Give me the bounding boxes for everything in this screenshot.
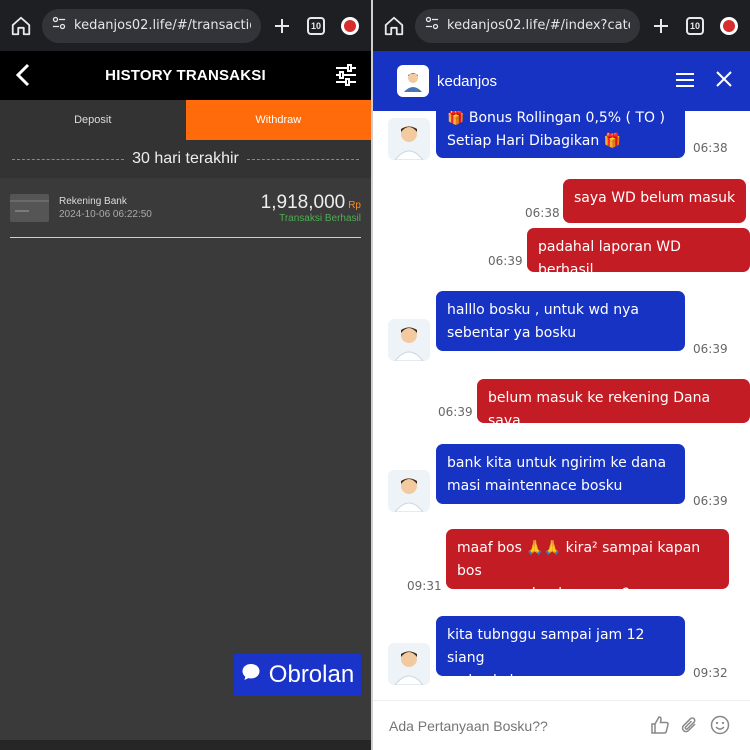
attach-icon[interactable] <box>680 715 700 740</box>
message-time: 09:31 <box>407 579 442 593</box>
tabs-icon: 10 <box>686 16 704 35</box>
message-line: Setiap Hari Dibagikan 🎁 <box>447 133 622 149</box>
close-icon[interactable] <box>716 71 732 92</box>
divider <box>10 237 361 238</box>
url-text: kedanjos02.life/#/transaction <box>74 18 251 33</box>
bottom-bar <box>0 740 371 750</box>
extension-icon <box>720 16 738 35</box>
extension-button[interactable] <box>337 13 363 39</box>
currency-label: Rp <box>348 200 361 211</box>
tabs-button[interactable]: 10 <box>682 13 708 39</box>
bank-card-icon <box>10 194 49 222</box>
message-agent: 🎁 Bonus Rollingan 0,5% ( TO ) Setiap Har… <box>436 111 685 158</box>
message-line: saya WD belum masuk <box>574 190 736 206</box>
chat-button-label: Obrolan <box>268 661 355 688</box>
chat-bubble-icon <box>241 661 261 689</box>
right-pane: kedanjos02.life/#/index?category 10 keda… <box>373 0 750 750</box>
message-user: padahal laporan WD berhasil <box>527 228 750 278</box>
divider <box>12 158 125 160</box>
message-line: maaf bos 🙏🙏 kira² sampai kapan bos <box>457 540 701 579</box>
message-time: 06:39 <box>693 494 728 508</box>
message-line: sebentar ya bosku <box>447 325 577 341</box>
divider <box>246 158 359 160</box>
chat-thread[interactable]: 🎁 Bonus Rollingan 0,5% ( TO ) Setiap Har… <box>373 111 750 701</box>
like-icon[interactable] <box>650 715 670 740</box>
tabs-icon: 10 <box>307 16 325 35</box>
message-line: ya boskuh <box>447 673 519 689</box>
left-pane: kedanjos02.life/#/transaction 10 HISTORY… <box>0 0 371 750</box>
message-user: saya WD belum masuk <box>563 179 747 223</box>
history-header: HISTORY TRANSAKSI <box>0 51 371 100</box>
message-line: belum masuk ke rekening Dana saya <box>488 390 711 429</box>
message-line: 🎁 Bonus Rollingan 0,5% ( TO ) <box>447 111 665 126</box>
home-icon[interactable] <box>381 13 407 39</box>
message-agent: halllo bosku , untuk wd nya sebentar ya … <box>436 291 685 351</box>
message-line: gangguan bank nya ya ? <box>457 586 630 602</box>
split-screen: kedanjos02.life/#/transaction 10 HISTORY… <box>0 0 750 750</box>
tab-deposit[interactable]: Deposit <box>0 100 186 140</box>
message-time: 09:32 <box>693 666 728 680</box>
period-header: 30 hari terakhir <box>0 140 371 178</box>
transaction-row[interactable]: Rekening Bank 2024-10-06 06:22:50 1,918,… <box>0 178 371 238</box>
menu-icon[interactable] <box>676 73 694 92</box>
plus-icon[interactable] <box>648 13 674 39</box>
transaction-type-tabs: Deposit Withdraw <box>0 100 371 140</box>
message-line: kita tubnggu sampai jam 12 siang <box>447 627 645 666</box>
page-title: HISTORY TRANSAKSI <box>105 67 266 84</box>
address-bar[interactable]: kedanjos02.life/#/index?category <box>415 8 640 43</box>
transaction-date: 2024-10-06 06:22:50 <box>59 209 152 220</box>
agent-name: kedanjos <box>437 72 498 90</box>
message-line: bank kita untuk ngirim ke dana <box>447 455 667 471</box>
transaction-amount: 1,918,000 Rp <box>261 192 361 214</box>
avatar <box>388 643 430 685</box>
avatar <box>388 118 430 160</box>
chat-button[interactable]: Obrolan <box>234 654 361 696</box>
amount-value: 1,918,000 <box>260 192 346 213</box>
avatar <box>388 470 430 512</box>
plus-icon[interactable] <box>269 13 295 39</box>
home-icon[interactable] <box>8 13 34 39</box>
site-settings-icon[interactable] <box>52 16 66 35</box>
message-time: 06:39 <box>488 254 523 268</box>
chat-header: kedanjos <box>373 51 750 111</box>
url-text: kedanjos02.life/#/index?category <box>447 18 630 33</box>
message-line: halllo bosku , untuk wd nya <box>447 302 639 318</box>
tabs-button[interactable]: 10 <box>303 13 329 39</box>
message-agent: bank kita untuk ngirim ke dana masi main… <box>436 444 685 504</box>
back-icon[interactable] <box>14 63 34 92</box>
message-user: maaf bos 🙏🙏 kira² sampai kapan bos gangg… <box>446 529 729 602</box>
message-user: belum masuk ke rekening Dana saya <box>477 379 750 429</box>
chat-composer <box>373 700 750 750</box>
period-label: 30 hari terakhir <box>132 150 239 167</box>
address-bar[interactable]: kedanjos02.life/#/transaction <box>42 8 261 43</box>
message-time: 06:38 <box>525 206 560 220</box>
message-input[interactable] <box>389 717 629 734</box>
browser-toolbar: kedanjos02.life/#/index?category 10 <box>373 0 750 51</box>
message-time: 06:38 <box>693 141 728 155</box>
agent-logo <box>397 65 429 97</box>
avatar <box>388 319 430 361</box>
extension-button[interactable] <box>716 13 742 39</box>
transaction-method: Rekening Bank <box>59 196 127 207</box>
extension-icon <box>341 16 359 35</box>
message-time: 06:39 <box>438 405 473 419</box>
tab-withdraw[interactable]: Withdraw <box>185 100 371 140</box>
filter-icon[interactable] <box>335 64 357 91</box>
browser-toolbar: kedanjos02.life/#/transaction 10 <box>0 0 371 51</box>
message-agent: kita tubnggu sampai jam 12 siang ya bosk… <box>436 616 685 689</box>
message-line: masi maintennace bosku <box>447 478 623 494</box>
transaction-status: Transaksi Berhasil <box>279 213 361 224</box>
site-settings-icon[interactable] <box>425 16 439 35</box>
message-time: 06:39 <box>693 342 728 356</box>
emoji-icon[interactable] <box>710 715 730 740</box>
message-line: padahal laporan WD berhasil <box>538 239 681 278</box>
